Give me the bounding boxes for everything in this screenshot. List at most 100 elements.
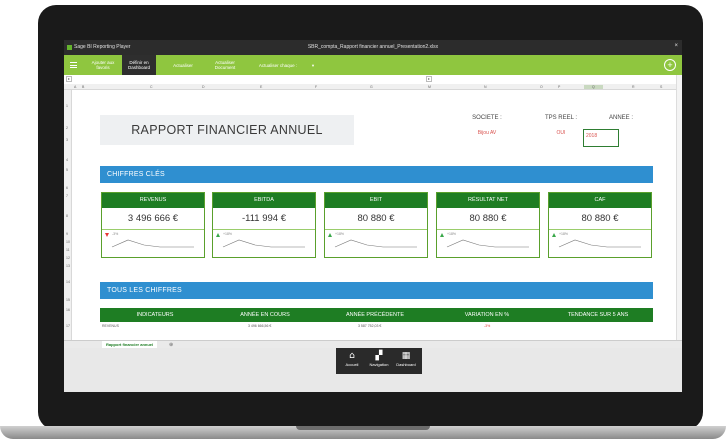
toolbar: Ajouter aux favoris Définir en Dashboard… [64,55,682,75]
row-current-year: 3 496 666,56 € [248,324,272,328]
sparkline [558,239,641,248]
nav-label: Navigation [369,362,389,367]
section-chiffres-cles: CHIFFRES CLÉS [100,166,653,183]
row-header: 3 [66,138,68,142]
col-header: E [260,85,263,89]
kpi-trend: -3% [102,230,204,257]
header-tendance: TENDANCE SUR 5 ANS [567,312,629,318]
annee-input[interactable]: 2018 [583,129,619,147]
col-header: G [370,85,373,89]
sparkline [446,239,529,248]
refresh-document-button[interactable]: Actualiser Document [208,55,242,75]
nav-dashboard[interactable]: ▦ Dashboard [393,351,419,367]
kpi-value: -111 994 € [213,208,315,230]
sparkline [222,239,305,248]
row-header: 6 [66,186,68,190]
row-previous-year: 3 587 752,03 € [358,324,382,328]
add-favorites-button[interactable]: Ajouter aux favoris [86,55,120,75]
kpi-value: 80 880 € [549,208,651,230]
row-header: 15 [66,298,70,302]
nav-label: Accueil [345,362,359,367]
table-row: REVENUS 3 496 666,56 € 3 587 752,03 € -3… [100,322,653,330]
header-annee-precedente: ANNÉE PRÉCÉDENTE [345,312,405,318]
kpi-card-resultat-net: RÉSULTAT NET 80 880 € +18% [436,192,540,258]
kpi-trend: +18% [325,230,427,257]
kpi-card-caf: CAF 80 880 € +18% [548,192,652,258]
col-header: S [660,85,663,89]
row-header: 4 [66,158,68,162]
kpi-label: EBITDA [213,193,315,208]
col-header: P [558,85,561,89]
menu-icon[interactable] [70,62,77,70]
row-header: 8 [66,214,68,218]
app-screen: Sage BI Reporting Player SBR_compta_Rapp… [64,40,682,392]
sheet-tabs: Rapport financier annuel ⊕ [64,340,682,349]
expand-icon[interactable]: ▸ [426,76,432,82]
sparkline [334,239,417,248]
kpi-card-revenus: REVENUS 3 496 666 € -3% [101,192,205,258]
section-tous-les-chiffres: TOUS LES CHIFFRES [100,282,653,299]
nav-navigation[interactable]: ▞ Navigation [366,351,392,367]
kpi-label: EBIT [325,193,427,208]
row-header: 16 [66,308,70,312]
nav-accueil[interactable]: ⌂ Accueil [339,351,365,367]
kpi-card-ebitda: EBITDA -111 994 € +18% [212,192,316,258]
dashboard-icon: ▦ [401,351,411,361]
kpi-value: 80 880 € [325,208,427,230]
row-header: 10 [66,240,70,244]
row-header: 11 [66,248,70,252]
column-headers: A B C D E F G M N O P Q R S [64,84,676,90]
col-header: M [428,85,431,89]
kpi-trend: +18% [437,230,539,257]
col-header: R [632,85,635,89]
col-header: O [540,85,543,89]
kpi-card-ebit: EBIT 80 880 € +18% [324,192,428,258]
col-header: B [82,85,85,89]
kpi-label: CAF [549,193,651,208]
row-header: 14 [66,280,70,284]
row-header: 7 [66,194,68,198]
nav-label: Dashboard [396,362,416,367]
row-headers: 1 2 3 4 5 6 7 8 9 10 11 12 13 14 15 16 1… [64,90,72,340]
map-icon: ▞ [375,351,383,361]
col-header: D [202,85,205,89]
bottom-navigation: ⌂ Accueil ▞ Navigation ▦ Dashboard [336,348,422,374]
header-annee-en-cours: ANNÉE EN COURS [240,312,290,318]
row-variation: -3% [484,324,491,328]
row-header: 12 [66,256,70,260]
kpi-trend: +18% [213,230,315,257]
col-header: A [74,85,77,89]
kpi-value: 80 880 € [437,208,539,230]
row-header: 17 [66,324,70,328]
chevron-down-icon[interactable]: ▾ [308,55,318,75]
row-header: 13 [66,264,70,268]
report-title: RAPPORT FINANCIER ANNUEL [100,115,354,145]
vertical-scrollbar[interactable] [676,75,682,340]
kpi-label: RÉSULTAT NET [437,193,539,208]
refresh-interval-button[interactable]: Actualiser chaque : [252,55,304,75]
tps-reel-value: OUI [556,130,566,136]
societe-value: Bijou AV [477,130,497,136]
annee-label: ANNEE : [608,115,633,121]
close-icon[interactable]: × [674,43,678,49]
set-dashboard-button[interactable]: Définir en Dashboard [122,55,156,75]
indicators-table-header: INDICATEURS ANNÉE EN COURS ANNÉE PRÉCÉDE… [100,308,653,322]
header-variation: VARIATION EN % [464,312,510,318]
header-indicateurs: INDICATEURS [136,312,174,318]
row-header: 2 [66,126,68,130]
kpi-trend: +18% [549,230,651,257]
document-title: SBR_compta_Rapport financier annuel_Pres… [307,44,439,50]
col-header: N [484,85,487,89]
row-header: 9 [66,232,68,236]
col-header: Q [584,85,603,89]
collapse-icon[interactable]: ▸ [66,76,72,82]
title-bar: Sage BI Reporting Player SBR_compta_Rapp… [64,40,682,55]
tps-reel-label: TPS REEL : [544,115,578,121]
kpi-label: REVENUS [102,193,204,208]
row-indicator: REVENUS [102,324,119,328]
refresh-button[interactable]: Actualiser [168,55,198,75]
sparkline [111,239,194,248]
home-icon: ⌂ [349,351,355,361]
col-header: F [315,85,318,89]
add-circle-icon[interactable]: + [664,59,676,71]
